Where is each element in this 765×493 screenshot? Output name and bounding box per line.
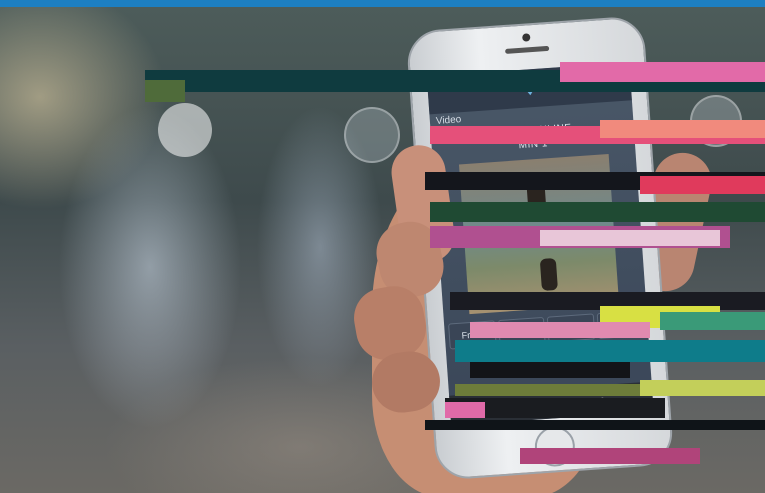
video-label: Video <box>435 114 462 127</box>
left-button[interactable]: Left <box>546 313 596 343</box>
home-circle-icon[interactable]: ○ <box>598 393 606 407</box>
top-accent-bar <box>0 0 765 7</box>
front-camera-icon <box>522 33 531 42</box>
bokeh-light <box>690 95 742 147</box>
photo-scene: Video MIN 15 ONLINE MIN 1 Front Back Lef… <box>0 7 765 493</box>
bokeh-light <box>344 107 400 163</box>
home-button[interactable] <box>533 425 577 468</box>
video-feed[interactable] <box>458 153 620 315</box>
phone-screen: Video MIN 15 ONLINE MIN 1 Front Back Lef… <box>426 62 654 426</box>
app-logo-icon <box>518 80 539 96</box>
video-person <box>526 178 547 216</box>
android-nav-bar: ◁ ○ <box>449 381 654 426</box>
right-button[interactable]: Right <box>596 309 645 340</box>
video-person <box>539 257 558 291</box>
bokeh-light <box>158 103 212 157</box>
movement-controls: Front Back Left Right <box>448 309 645 350</box>
app-header <box>426 62 632 115</box>
back-button[interactable]: Back <box>497 316 546 347</box>
bottom-model-name: MIN <box>538 354 558 367</box>
earpiece-speaker <box>505 45 550 54</box>
back-triangle-icon[interactable]: ◁ <box>496 400 506 415</box>
front-button[interactable]: Front <box>448 320 497 350</box>
